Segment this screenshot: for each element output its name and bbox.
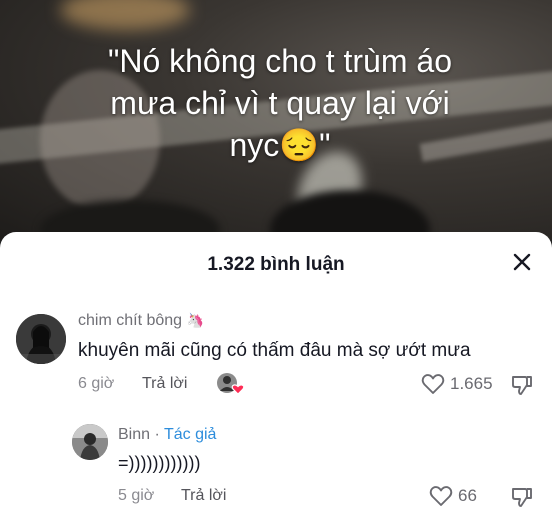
reply-button[interactable]: Trả lời xyxy=(181,487,226,505)
reply-button[interactable]: Trả lời xyxy=(142,375,187,393)
caption-line-3: nyc😔" xyxy=(229,127,331,163)
comment-text: =)))))))))))) xyxy=(118,453,201,473)
comment-timestamp: 5 giờ xyxy=(118,487,155,504)
comments-count-title: 1.322 bình luận xyxy=(207,254,345,275)
dislike-icon[interactable] xyxy=(508,371,536,399)
heart-icon[interactable] xyxy=(420,371,446,397)
comment-text: khuyên mãi cũng có thấm đâu mà sợ ướt mư… xyxy=(78,340,471,361)
reply-username[interactable]: Binn · Tác giả xyxy=(118,426,216,444)
comment-username[interactable]: chim chít bông 🦄 xyxy=(78,312,204,330)
video-street-light xyxy=(60,0,190,30)
username-separator: · xyxy=(150,426,164,443)
comments-sheet: 1.322 bình luận chim chít bông 🦄 khuyên … xyxy=(0,232,552,520)
caption-line-1: "Nó không cho t trùm áo xyxy=(108,43,452,79)
avatar[interactable] xyxy=(16,314,66,364)
username-text: chim chít bông xyxy=(78,312,183,329)
video-background[interactable]: "Nó không cho t trùm áo mưa chỉ vì t qua… xyxy=(0,0,552,240)
creator-liked-icon xyxy=(216,372,244,396)
author-badge: Tác giả xyxy=(163,426,217,443)
heart-icon[interactable] xyxy=(428,483,454,509)
dislike-icon[interactable] xyxy=(508,483,536,511)
close-icon[interactable] xyxy=(508,248,536,276)
video-caption: "Nó không cho t trùm áo mưa chỉ vì t qua… xyxy=(40,40,520,166)
caption-line-2: mưa chỉ vì t quay lại với xyxy=(110,85,450,121)
like-count: 66 xyxy=(458,486,477,505)
like-count: 1.665 xyxy=(450,374,493,393)
unicorn-icon: 🦄 xyxy=(186,312,204,328)
avatar[interactable] xyxy=(72,424,108,460)
comment-timestamp: 6 giờ xyxy=(78,375,115,392)
username-text: Binn xyxy=(118,426,151,443)
